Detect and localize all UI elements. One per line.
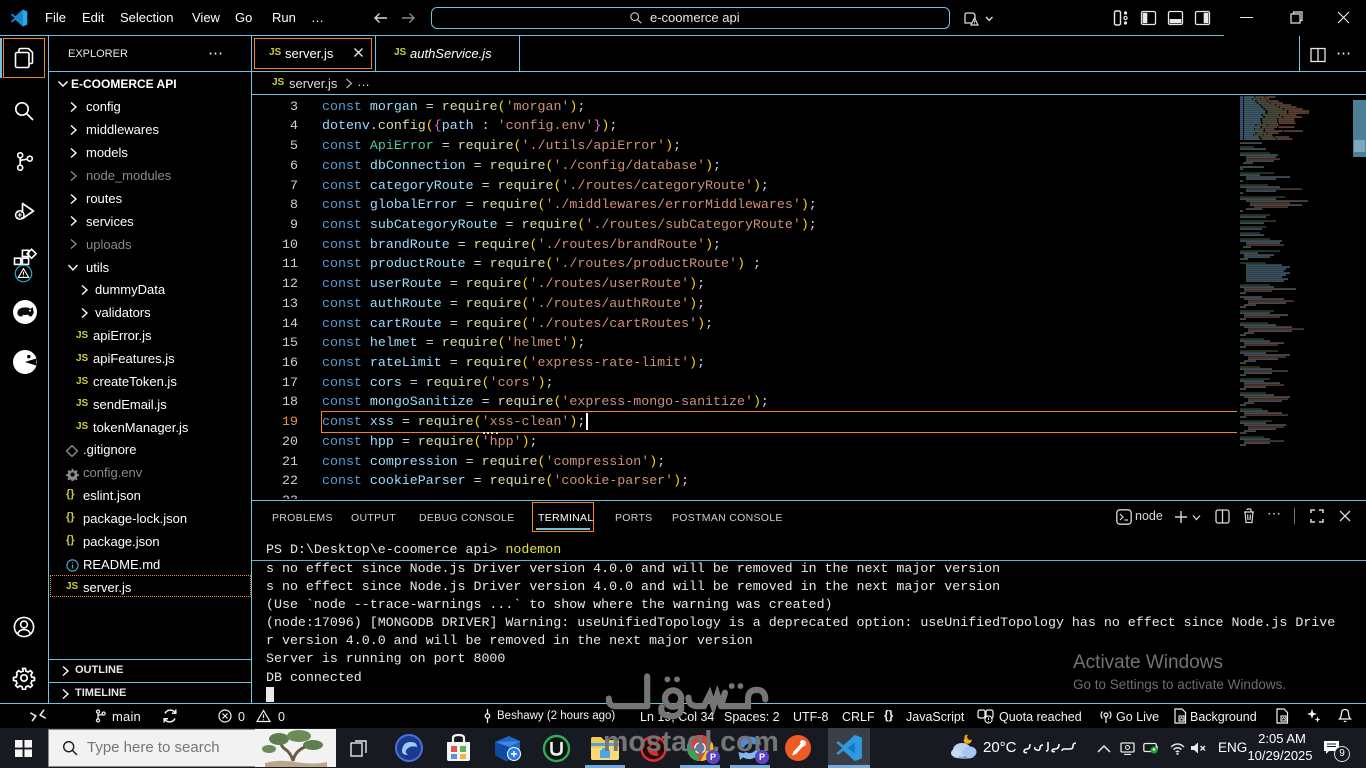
svg-text:mostaql.com: mostaql.com <box>603 726 779 758</box>
